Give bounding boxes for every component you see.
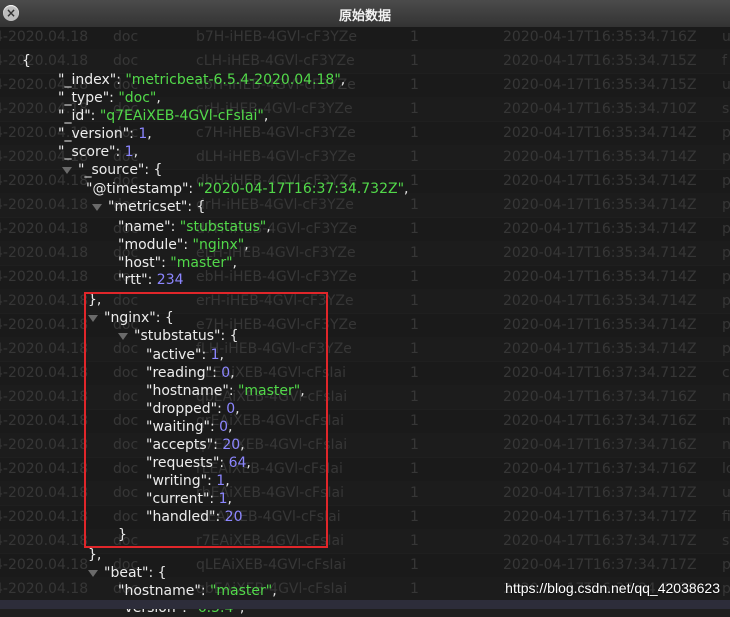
nginx-highlight-box: [84, 292, 328, 548]
json-line-ms-host: "host": "master",: [118, 255, 237, 271]
json-line-ms-name: "name": "stubstatus",: [118, 219, 271, 235]
json-close-nginx: },: [88, 547, 102, 563]
json-line-beat[interactable]: "beat": {: [88, 564, 167, 582]
json-line-id: "_id": "q7EAiXEB-4GVl-cFsIai",: [58, 108, 269, 124]
dialog-title: 原始数据: [338, 9, 391, 24]
watermark: https://blog.csdn.net/qq_42038623: [505, 580, 720, 596]
raw-data-dialog: × 原始数据 { "_index": "metricbeat-6.5.4-202…: [0, 0, 730, 616]
json-line-type: "_type": "doc",: [58, 90, 161, 106]
json-open-brace: {: [22, 53, 31, 69]
json-line-ms-module: "module": "nginx",: [118, 237, 249, 253]
json-line-source[interactable]: "_source": {: [62, 161, 162, 179]
collapse-triangle-icon[interactable]: [92, 203, 102, 211]
json-line-score: "_score": 1,: [58, 144, 139, 160]
json-line-ms-rtt: "rtt": 234: [118, 272, 184, 288]
collapse-triangle-icon[interactable]: [88, 569, 98, 577]
json-line-timestamp: "@timestamp": "2020-04-17T16:37:34.732Z"…: [86, 181, 409, 197]
dialog-titlebar: × 原始数据: [0, 0, 730, 28]
json-line-index: "_index": "metricbeat-6.5.4-2020.04.18",: [58, 72, 346, 88]
bottom-scrollbar[interactable]: [0, 600, 730, 609]
collapse-triangle-icon[interactable]: [62, 166, 72, 174]
json-line-beat-hostname: "hostname": "master",: [118, 583, 277, 599]
json-line-metricset[interactable]: "metricset": {: [92, 198, 205, 216]
json-line-version: "_version": 1,: [58, 126, 152, 142]
